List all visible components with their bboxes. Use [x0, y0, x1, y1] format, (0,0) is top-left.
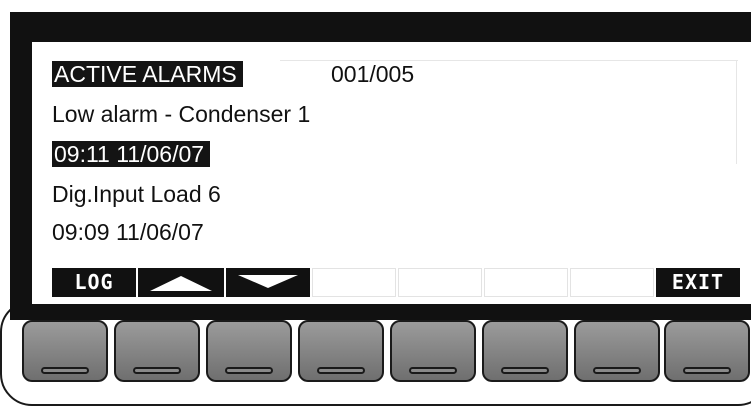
key-slot-icon: [593, 367, 641, 374]
softkey-blank-7[interactable]: [570, 268, 654, 297]
key-slot-icon: [409, 367, 457, 374]
lcd-screen: ACTIVE ALARMS 001/005 Low alarm - Conden…: [32, 42, 751, 304]
softkey-up[interactable]: [138, 268, 224, 297]
softkey-blank-6[interactable]: [484, 268, 568, 297]
softkey-bar: LOG EXIT: [52, 268, 751, 297]
key-slot-icon: [225, 367, 273, 374]
function-key-1[interactable]: [22, 320, 108, 382]
softkey-blank-5[interactable]: [398, 268, 482, 297]
softkey-log[interactable]: LOG: [52, 268, 136, 297]
alarm-2-description: Dig.Input Load 6: [52, 181, 221, 207]
controller-panel: ACTIVE ALARMS 001/005 Low alarm - Conden…: [0, 0, 751, 406]
alarm-1-timestamp[interactable]: 09:11 11/06/07: [52, 140, 211, 168]
function-key-4[interactable]: [298, 320, 384, 382]
function-key-2[interactable]: [114, 320, 200, 382]
softkey-blank-4[interactable]: [312, 268, 396, 297]
alarm-counter: 001/005: [331, 61, 415, 87]
key-slot-icon: [501, 367, 549, 374]
softkey-down[interactable]: [226, 268, 310, 297]
function-key-8[interactable]: [664, 320, 750, 382]
key-slot-icon: [41, 367, 89, 374]
function-key-5[interactable]: [390, 320, 476, 382]
function-key-6[interactable]: [482, 320, 568, 382]
alarm-1-description: Low alarm - Condenser 1: [52, 101, 311, 127]
function-key-7[interactable]: [574, 320, 660, 382]
triangle-up-icon: [150, 276, 212, 291]
softkey-exit[interactable]: EXIT: [656, 268, 740, 297]
triangle-down-icon: [238, 275, 298, 288]
key-slot-icon: [683, 367, 731, 374]
grid-line: [736, 60, 737, 164]
function-key-3[interactable]: [206, 320, 292, 382]
key-slot-icon: [133, 367, 181, 374]
alarm-2-timestamp: 09:09 11/06/07: [52, 219, 204, 245]
alarm-screen-title: ACTIVE ALARMS: [52, 60, 243, 88]
key-slot-icon: [317, 367, 365, 374]
display-bezel: ACTIVE ALARMS 001/005 Low alarm - Conden…: [10, 12, 751, 320]
